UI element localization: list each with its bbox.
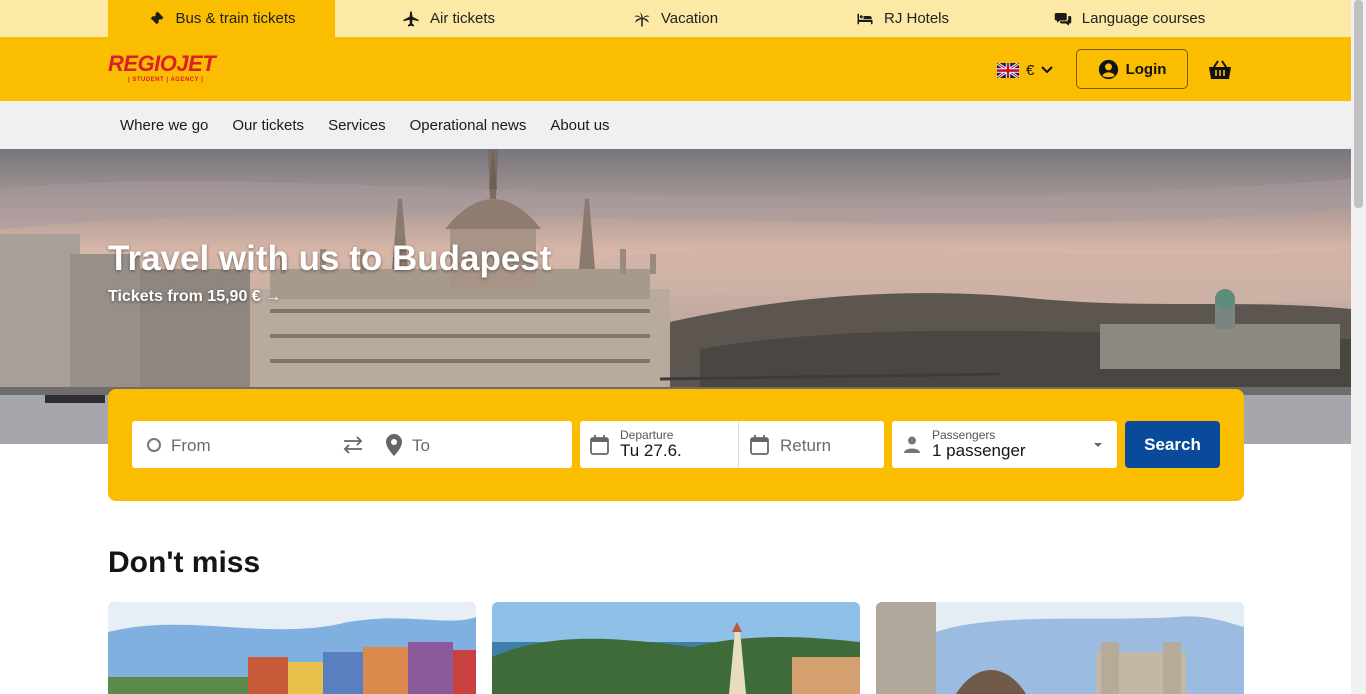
tab-bus-train-tickets[interactable]: Bus & train tickets [108,0,335,37]
nav-services[interactable]: Services [316,117,398,134]
hero-tickets-link[interactable]: Tickets from 15,90 € → [108,288,281,306]
dont-miss-heading: Don't miss [108,546,261,579]
to-input[interactable]: To [412,436,430,456]
tab-rj-hotels[interactable]: RJ Hotels [789,0,1016,37]
main-nav: Where we go Our tickets Services Operati… [0,101,1351,149]
passengers-label: Passengers [932,428,996,442]
bed-icon [857,13,873,24]
login-label: Login [1125,60,1167,78]
passengers-value: 1 passenger [932,441,1026,460]
location-pin-icon [386,434,402,456]
swap-icon[interactable] [342,435,364,455]
currency-label: € [1026,61,1035,79]
page-scrollbar[interactable] [1351,0,1366,694]
product-bar: Bus & train tickets Air tickets Vacation… [0,0,1351,37]
nav-our-tickets[interactable]: Our tickets [220,117,316,134]
calendar-icon [750,435,769,455]
hero-title: Travel with us to Budapest [108,239,552,278]
search-button[interactable]: Search [1125,421,1220,468]
date-divider [738,421,739,468]
logo-wordmark: REGIOJET [108,51,216,76]
palm-tree-icon [634,11,650,26]
regiojet-logo[interactable]: REGIOJET | STUDENT | AGENCY | [108,51,234,87]
tab-language-courses[interactable]: Language courses [1016,0,1243,37]
product-tabs: Bus & train tickets Air tickets Vacation… [108,0,1244,37]
uk-flag-icon [997,62,1019,78]
chat-bubbles-icon [1054,12,1072,26]
tab-label: Vacation [660,10,719,27]
site-header: REGIOJET | STUDENT | AGENCY | € Login [0,37,1351,101]
nav-operational-news[interactable]: Operational news [398,117,539,134]
tab-label: Bus & train tickets [175,10,296,27]
origin-circle-icon [147,438,161,452]
colorful-houses-image [108,602,476,694]
tab-vacation[interactable]: Vacation [562,0,789,37]
dates-field: Departure Tu 27.6. Return [580,421,884,468]
from-input[interactable]: From [171,436,211,456]
scrollbar-thumb[interactable] [1354,0,1363,208]
chevron-down-icon [1041,66,1054,74]
tab-air-tickets[interactable]: Air tickets [335,0,562,37]
tab-label: Air tickets [429,10,495,27]
ticket-icon [151,11,164,24]
castle-image [876,602,1244,694]
coastal-town-image [492,602,860,694]
person-icon [904,436,920,453]
promo-card[interactable] [492,602,860,694]
login-button[interactable]: Login [1076,49,1188,89]
language-currency-selector[interactable]: € [997,59,1054,81]
logo-subtitle: | STUDENT | AGENCY | [128,77,204,83]
tab-label: Language courses [1081,10,1206,27]
basket-icon[interactable] [1208,59,1232,81]
promo-card[interactable] [108,602,476,694]
route-field: From To [132,421,572,468]
calendar-icon [590,435,609,455]
user-circle-icon [1098,59,1118,79]
departure-label: Departure [620,428,674,442]
search-panel: From To Departure Tu 27.6. Return Passen… [108,389,1244,501]
caret-down-icon [1094,443,1102,447]
promo-card[interactable] [876,602,1244,694]
nav-where-we-go[interactable]: Where we go [108,117,220,134]
passengers-select[interactable]: Passengers 1 passenger [892,421,1117,468]
plane-icon [403,11,419,26]
tab-label: RJ Hotels [883,10,950,27]
return-input[interactable]: Return [780,436,831,456]
nav-about-us[interactable]: About us [538,117,621,134]
departure-input[interactable]: Tu 27.6. [620,441,682,461]
